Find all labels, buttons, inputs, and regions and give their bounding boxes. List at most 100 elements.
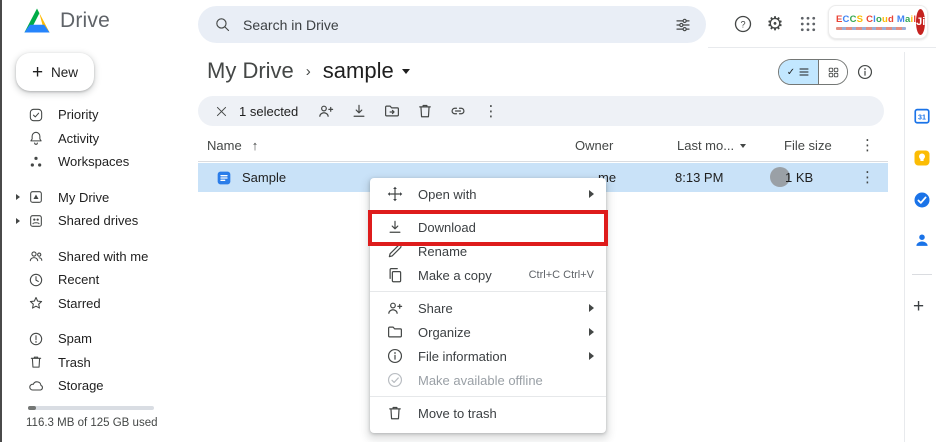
sidebar-nav: Priority Activity Workspaces My Drive Sh… xyxy=(4,103,190,398)
google-docs-icon xyxy=(216,163,232,192)
account-badge-tagline xyxy=(836,27,906,30)
shared-drives-icon xyxy=(28,213,44,229)
column-options-icon[interactable]: ⋮ xyxy=(860,138,875,153)
download-icon xyxy=(386,218,404,236)
sidebar-item-priority[interactable]: Priority xyxy=(4,103,190,127)
sidebar-item-my-drive[interactable]: My Drive xyxy=(4,186,190,210)
new-button[interactable]: + New xyxy=(16,53,94,91)
user-avatar[interactable]: Ji xyxy=(916,9,925,35)
column-header-name[interactable]: Name ↑ xyxy=(207,138,258,153)
svg-text:?: ? xyxy=(740,19,745,29)
account-badge-text: ECCS Cloud Mail xyxy=(836,14,916,25)
open-with-icon xyxy=(386,185,404,203)
drive-wordmark: Drive xyxy=(60,9,110,33)
submenu-arrow-icon xyxy=(589,304,594,312)
column-header-owner[interactable]: Owner xyxy=(575,138,613,153)
calendar-icon[interactable]: 31 xyxy=(913,107,931,125)
apps-grid-icon[interactable] xyxy=(797,13,819,35)
help-icon[interactable]: ? xyxy=(732,13,754,35)
list-view-button[interactable]: ✓ xyxy=(779,60,818,84)
menu-item-organize[interactable]: Organize xyxy=(370,320,606,344)
drive-logo[interactable]: Drive xyxy=(22,7,110,34)
clear-selection-icon[interactable] xyxy=(211,101,231,121)
sort-caret-icon xyxy=(740,144,746,148)
sidebar-item-workspaces[interactable]: Workspaces xyxy=(4,150,190,174)
menu-item-make-available-offline: Make available offline xyxy=(370,368,606,392)
star-icon xyxy=(28,295,44,311)
add-panel-app-icon[interactable]: + xyxy=(913,297,924,316)
spam-icon xyxy=(28,331,44,347)
submenu-arrow-icon xyxy=(589,190,594,198)
expand-caret-icon[interactable] xyxy=(16,218,20,224)
my-drive-icon xyxy=(28,189,44,205)
right-side-panel: 31 + xyxy=(904,52,936,442)
rail-divider xyxy=(912,274,932,275)
search-filter-icon[interactable] xyxy=(674,16,692,34)
settings-gear-icon[interactable]: ⚙ xyxy=(764,13,786,35)
breadcrumb-current-folder[interactable]: sample xyxy=(323,58,410,84)
breadcrumb-my-drive[interactable]: My Drive xyxy=(207,58,294,84)
expand-caret-icon[interactable] xyxy=(16,194,20,200)
contacts-icon[interactable] xyxy=(913,231,931,249)
svg-text:31: 31 xyxy=(918,113,926,121)
column-header-size[interactable]: File size xyxy=(784,138,832,153)
trash-icon xyxy=(28,354,44,370)
share-person-add-icon[interactable] xyxy=(313,100,339,122)
sidebar-item-spam[interactable]: Spam xyxy=(4,327,190,351)
offline-check-icon xyxy=(386,371,404,389)
trash-icon xyxy=(386,404,404,422)
grid-view-button[interactable] xyxy=(818,60,847,84)
download-icon[interactable] xyxy=(346,100,372,122)
breadcrumb: My Drive › sample xyxy=(207,58,410,84)
storage-used-segment xyxy=(28,406,36,410)
account-badge[interactable]: ECCS Cloud Mail Ji xyxy=(828,5,928,39)
details-info-icon[interactable] xyxy=(856,63,874,81)
tasks-icon[interactable] xyxy=(913,191,931,209)
context-menu: Open with Download Rename Make a copy Ct… xyxy=(370,178,606,433)
keep-icon[interactable] xyxy=(913,149,931,167)
storage-usage-text: 116.3 MB of 125 GB used xyxy=(26,417,157,429)
sidebar-item-trash[interactable]: Trash xyxy=(4,351,190,375)
menu-item-open-with[interactable]: Open with xyxy=(370,182,606,206)
search-bar[interactable] xyxy=(198,6,706,43)
copy-link-icon[interactable] xyxy=(445,100,471,122)
more-actions-icon[interactable]: ⋮ xyxy=(478,100,504,122)
breadcrumb-chevron-icon: › xyxy=(306,63,311,80)
sidebar-item-starred[interactable]: Starred xyxy=(4,292,190,316)
move-to-folder-icon[interactable] xyxy=(379,100,405,122)
menu-divider xyxy=(370,396,606,397)
sidebar-item-storage[interactable]: Storage xyxy=(4,374,190,398)
sidebar-item-activity[interactable]: Activity xyxy=(4,127,190,151)
column-header-modified[interactable]: Last mo... xyxy=(677,138,746,153)
table-header-divider xyxy=(198,161,888,162)
copy-icon xyxy=(386,266,404,284)
menu-item-download[interactable]: Download xyxy=(370,215,606,239)
plus-icon: + xyxy=(32,63,43,82)
workspaces-icon xyxy=(28,154,44,170)
modified-time: 8:13 PM xyxy=(675,163,723,192)
search-input[interactable] xyxy=(243,17,674,33)
search-icon xyxy=(214,16,231,33)
priority-icon xyxy=(28,107,44,123)
sidebar-item-shared-with-me[interactable]: Shared with me xyxy=(4,245,190,269)
menu-item-move-to-trash[interactable]: Move to trash xyxy=(370,401,606,425)
menu-item-share[interactable]: Share xyxy=(370,296,606,320)
topbar-divider xyxy=(708,47,936,48)
row-more-actions-icon[interactable]: ⋮ xyxy=(860,163,875,192)
folder-icon xyxy=(386,323,404,341)
drive-triangle-icon xyxy=(22,7,52,34)
sidebar-item-recent[interactable]: Recent xyxy=(4,268,190,292)
sidebar-item-shared-drives[interactable]: Shared drives xyxy=(4,209,190,233)
trash-icon[interactable] xyxy=(412,100,438,122)
grid-icon xyxy=(827,66,840,79)
submenu-arrow-icon xyxy=(589,328,594,336)
file-size: 1 KB xyxy=(785,163,813,192)
cloud-icon xyxy=(28,378,44,394)
view-toggle: ✓ xyxy=(778,59,848,85)
bell-icon xyxy=(28,130,44,146)
menu-item-make-a-copy[interactable]: Make a copy Ctrl+C Ctrl+V xyxy=(370,263,606,287)
menu-divider xyxy=(370,291,606,292)
menu-item-rename[interactable]: Rename xyxy=(370,239,606,263)
info-icon xyxy=(386,347,404,365)
menu-item-file-information[interactable]: File information xyxy=(370,344,606,368)
